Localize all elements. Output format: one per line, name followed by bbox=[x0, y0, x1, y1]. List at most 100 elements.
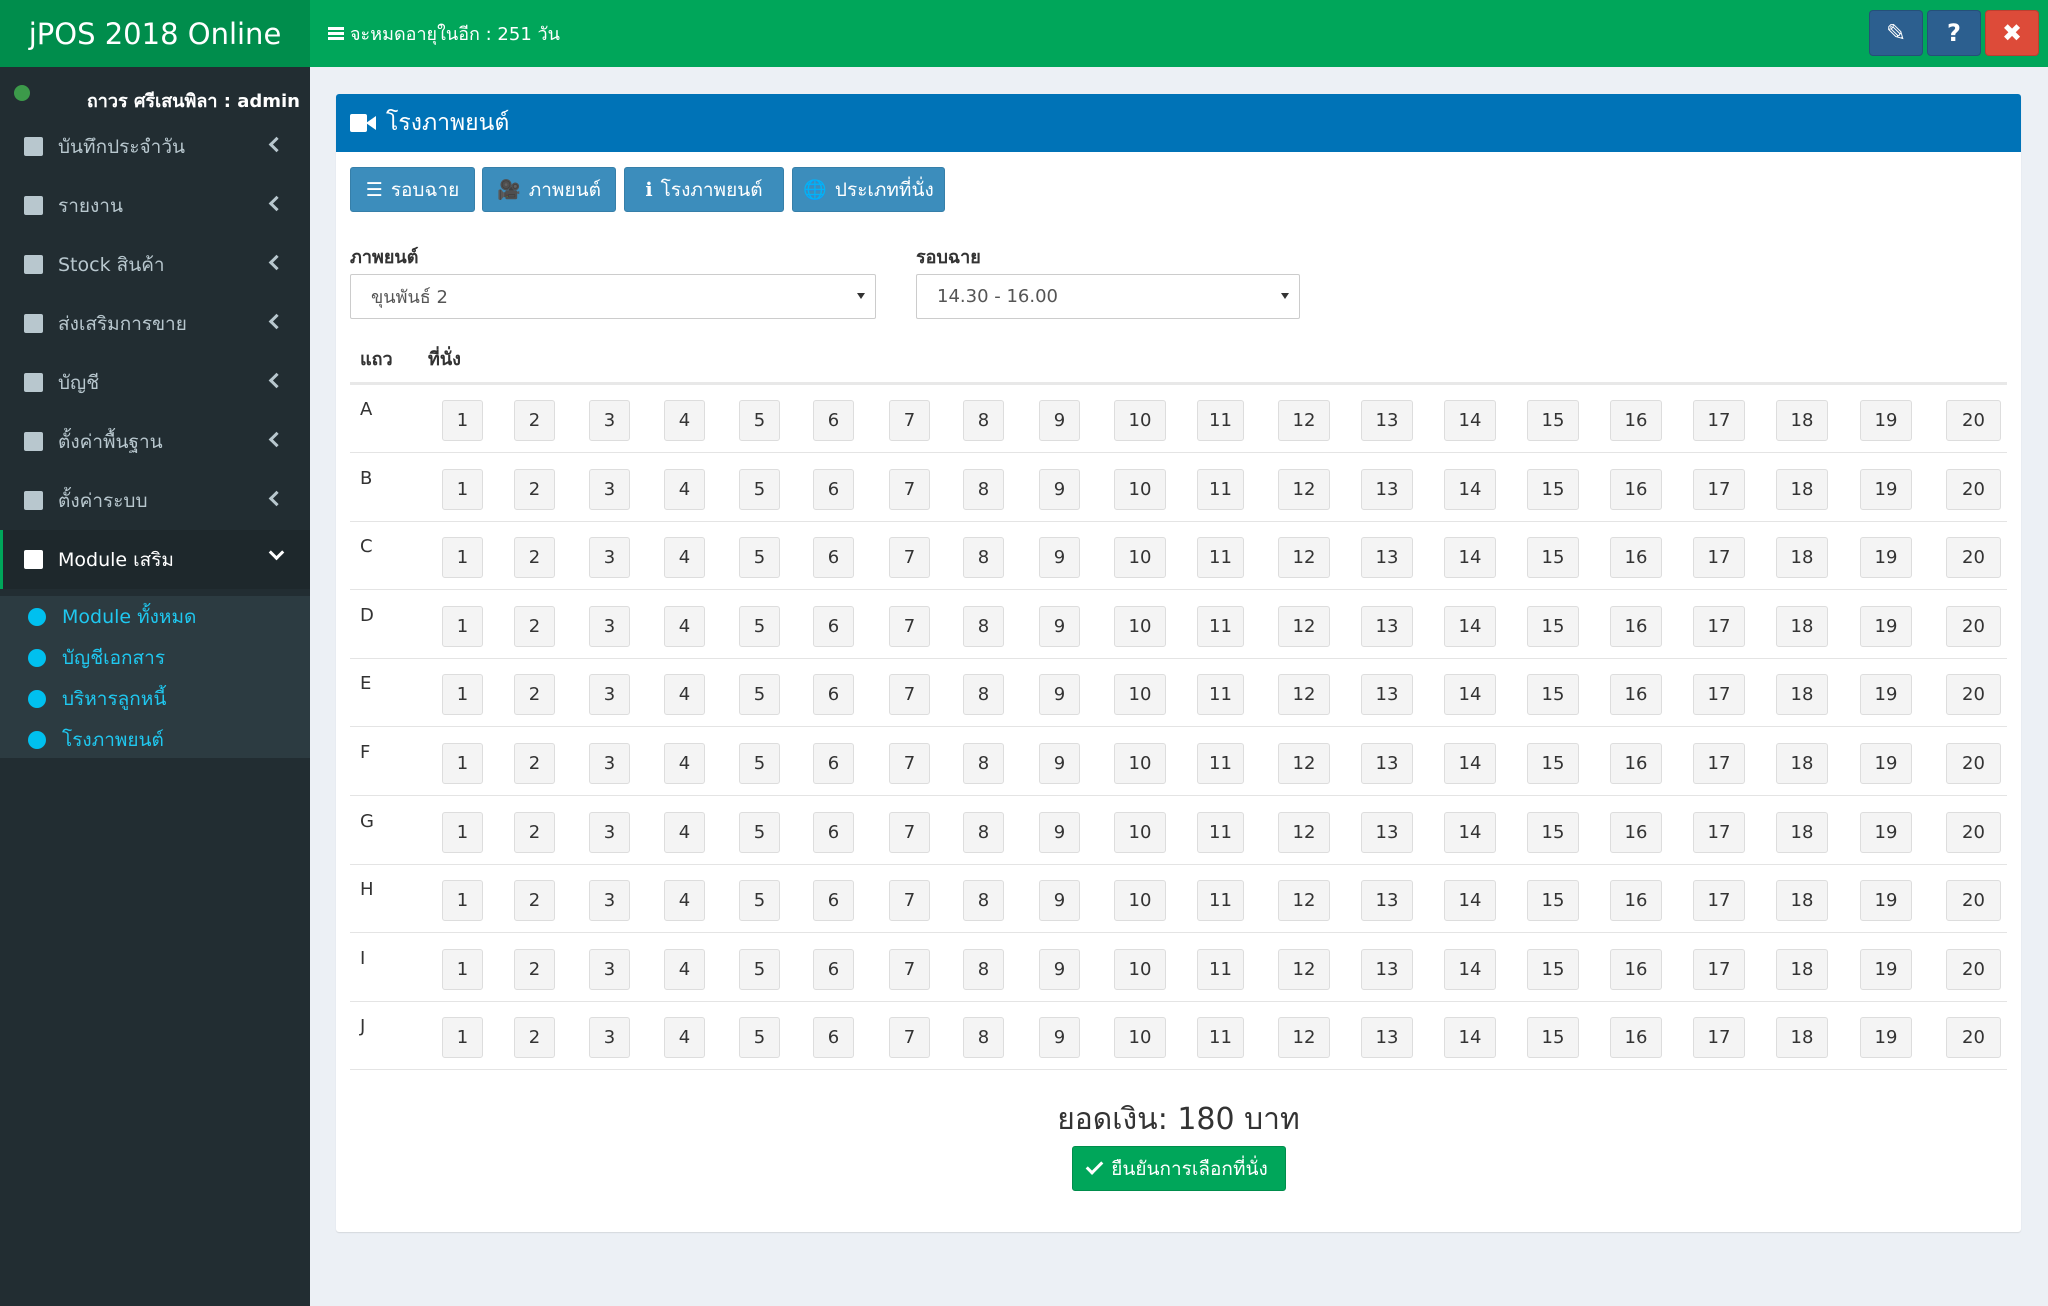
seat-button[interactable]: 16 bbox=[1610, 811, 1662, 853]
seat-button[interactable]: 20 bbox=[1946, 948, 2001, 990]
seat-button[interactable]: 8 bbox=[963, 880, 1004, 922]
seat-button[interactable]: 6 bbox=[813, 880, 854, 922]
seat-button[interactable]: 12 bbox=[1278, 880, 1330, 922]
seat-button[interactable]: 6 bbox=[813, 468, 854, 510]
seat-button[interactable]: 1 bbox=[442, 948, 483, 990]
seat-button[interactable]: 3 bbox=[589, 948, 630, 990]
seat-button[interactable]: 14 bbox=[1444, 605, 1496, 647]
seat-button[interactable]: 8 bbox=[963, 537, 1004, 579]
seat-button[interactable]: 4 bbox=[664, 1017, 705, 1059]
seat-button[interactable]: 4 bbox=[664, 674, 705, 716]
seat-button[interactable]: 11 bbox=[1197, 537, 1244, 579]
seat-button[interactable]: 4 bbox=[664, 743, 705, 784]
tab-seat-types[interactable]: 🌐 ประเภทที่นั่ง bbox=[792, 167, 945, 212]
seat-button[interactable]: 10 bbox=[1114, 743, 1166, 784]
seat-button[interactable]: 13 bbox=[1361, 811, 1413, 853]
tab-showtimes[interactable]: ☰ รอบฉาย bbox=[350, 167, 475, 212]
seat-button[interactable]: 3 bbox=[589, 674, 630, 716]
seat-button[interactable]: 5 bbox=[739, 400, 780, 441]
seat-button[interactable]: 12 bbox=[1278, 605, 1330, 647]
seat-button[interactable]: 12 bbox=[1278, 468, 1330, 510]
seat-button[interactable]: 6 bbox=[813, 1017, 854, 1059]
seat-button[interactable]: 4 bbox=[664, 948, 705, 990]
seat-button[interactable]: 15 bbox=[1527, 537, 1579, 579]
seat-button[interactable]: 18 bbox=[1776, 948, 1828, 990]
close-button[interactable]: ✖ bbox=[1985, 10, 2039, 56]
submenu-item-1[interactable]: บัญชีเอกสาร bbox=[0, 638, 310, 678]
seat-button[interactable]: 6 bbox=[813, 811, 854, 853]
seat-button[interactable]: 16 bbox=[1610, 605, 1662, 647]
seat-button[interactable]: 5 bbox=[739, 537, 780, 579]
seat-button[interactable]: 5 bbox=[739, 605, 780, 647]
seat-button[interactable]: 2 bbox=[514, 1017, 555, 1059]
seat-button[interactable]: 19 bbox=[1860, 811, 1912, 853]
seat-button[interactable]: 5 bbox=[739, 468, 780, 510]
seat-button[interactable]: 6 bbox=[813, 674, 854, 716]
seat-button[interactable]: 1 bbox=[442, 743, 483, 784]
seat-button[interactable]: 13 bbox=[1361, 468, 1413, 510]
seat-button[interactable]: 14 bbox=[1444, 400, 1496, 441]
seat-button[interactable]: 10 bbox=[1114, 880, 1166, 922]
seat-button[interactable]: 8 bbox=[963, 743, 1004, 784]
seat-button[interactable]: 7 bbox=[889, 948, 930, 990]
seat-button[interactable]: 11 bbox=[1197, 674, 1244, 716]
sidebar-item-2[interactable]: Stock สินค้า bbox=[0, 235, 310, 294]
seat-button[interactable]: 17 bbox=[1693, 468, 1745, 510]
seat-button[interactable]: 11 bbox=[1197, 811, 1244, 853]
seat-button[interactable]: 15 bbox=[1527, 1017, 1579, 1059]
seat-button[interactable]: 5 bbox=[739, 948, 780, 990]
seat-button[interactable]: 19 bbox=[1860, 880, 1912, 922]
seat-button[interactable]: 9 bbox=[1039, 880, 1080, 922]
seat-button[interactable]: 4 bbox=[664, 605, 705, 647]
seat-button[interactable]: 11 bbox=[1197, 400, 1244, 441]
seat-button[interactable]: 4 bbox=[664, 811, 705, 853]
seat-button[interactable]: 19 bbox=[1860, 400, 1912, 441]
seat-button[interactable]: 8 bbox=[963, 468, 1004, 510]
seat-button[interactable]: 5 bbox=[739, 880, 780, 922]
seat-button[interactable]: 1 bbox=[442, 468, 483, 510]
seat-button[interactable]: 18 bbox=[1776, 811, 1828, 853]
seat-button[interactable]: 16 bbox=[1610, 468, 1662, 510]
seat-button[interactable]: 2 bbox=[514, 605, 555, 647]
seat-button[interactable]: 5 bbox=[739, 674, 780, 716]
seat-button[interactable]: 15 bbox=[1527, 605, 1579, 647]
sidebar-toggle[interactable]: จะหมดอายุในอีก : 251 วัน bbox=[328, 0, 560, 67]
seat-button[interactable]: 9 bbox=[1039, 674, 1080, 716]
seat-button[interactable]: 13 bbox=[1361, 880, 1413, 922]
seat-button[interactable]: 6 bbox=[813, 948, 854, 990]
seat-button[interactable]: 7 bbox=[889, 1017, 930, 1059]
seat-button[interactable]: 16 bbox=[1610, 674, 1662, 716]
seat-button[interactable]: 7 bbox=[889, 537, 930, 579]
sidebar-item-0[interactable]: บันทึกประจำวัน bbox=[0, 117, 310, 176]
seat-button[interactable]: 16 bbox=[1610, 1017, 1662, 1059]
seat-button[interactable]: 2 bbox=[514, 537, 555, 579]
seat-button[interactable]: 20 bbox=[1946, 537, 2001, 579]
seat-button[interactable]: 16 bbox=[1610, 400, 1662, 441]
seat-button[interactable]: 18 bbox=[1776, 674, 1828, 716]
seat-button[interactable]: 19 bbox=[1860, 605, 1912, 647]
seat-button[interactable]: 15 bbox=[1527, 743, 1579, 784]
seat-button[interactable]: 9 bbox=[1039, 948, 1080, 990]
seat-button[interactable]: 13 bbox=[1361, 743, 1413, 784]
seat-button[interactable]: 17 bbox=[1693, 743, 1745, 784]
help-button[interactable]: ? bbox=[1927, 10, 1981, 56]
submenu-item-2[interactable]: บริหารลูกหนี้ bbox=[0, 679, 310, 719]
seat-button[interactable]: 15 bbox=[1527, 674, 1579, 716]
seat-button[interactable]: 4 bbox=[664, 400, 705, 441]
seat-button[interactable]: 17 bbox=[1693, 537, 1745, 579]
seat-button[interactable]: 14 bbox=[1444, 743, 1496, 784]
seat-button[interactable]: 18 bbox=[1776, 400, 1828, 441]
sidebar-item-7[interactable]: Module เสริม bbox=[0, 530, 310, 589]
seat-button[interactable]: 3 bbox=[589, 1017, 630, 1059]
seat-button[interactable]: 5 bbox=[739, 811, 780, 853]
seat-button[interactable]: 17 bbox=[1693, 811, 1745, 853]
seat-button[interactable]: 14 bbox=[1444, 880, 1496, 922]
seat-button[interactable]: 14 bbox=[1444, 948, 1496, 990]
seat-button[interactable]: 19 bbox=[1860, 948, 1912, 990]
seat-button[interactable]: 3 bbox=[589, 468, 630, 510]
seat-button[interactable]: 8 bbox=[963, 948, 1004, 990]
seat-button[interactable]: 6 bbox=[813, 743, 854, 784]
seat-button[interactable]: 17 bbox=[1693, 880, 1745, 922]
seat-button[interactable]: 2 bbox=[514, 811, 555, 853]
seat-button[interactable]: 4 bbox=[664, 468, 705, 510]
